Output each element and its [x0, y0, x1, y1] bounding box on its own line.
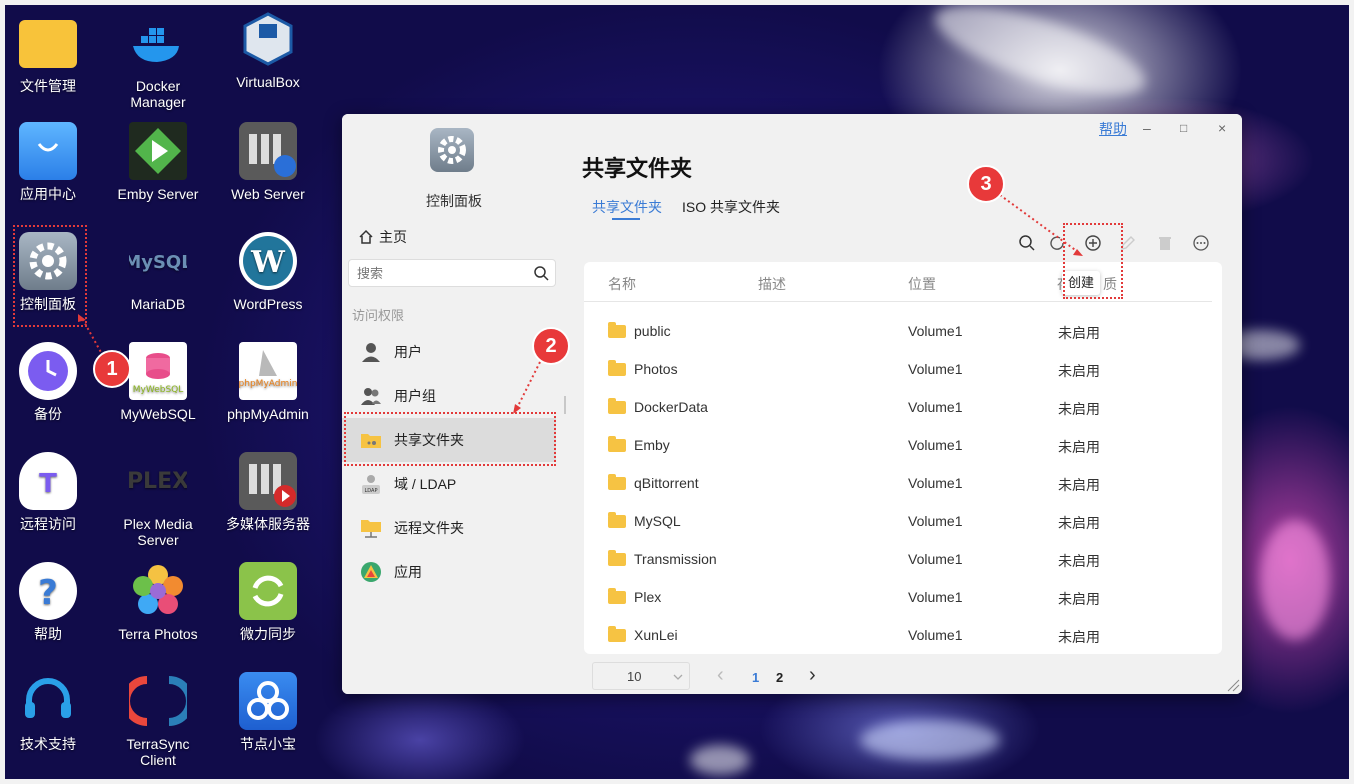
annotation-badge-1: 1	[93, 350, 131, 388]
annotation-arrows	[78, 194, 1083, 414]
annotation-badge-2: 2	[532, 327, 570, 365]
annotation-badge-3: 3	[967, 165, 1005, 203]
desktop: 文件管理 应用中心 控制面板 备份 T 远程访问 ? 帮助 技术支持 Docke…	[0, 0, 1354, 784]
